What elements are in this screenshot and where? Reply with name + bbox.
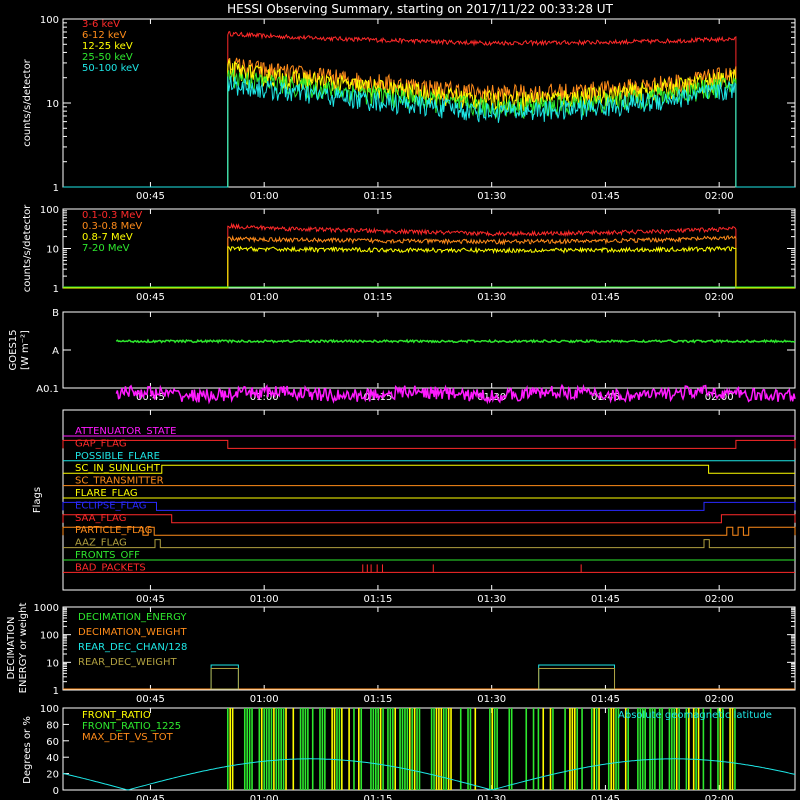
x-tick-label: 02:00 — [705, 594, 734, 605]
x-tick-label: 02:00 — [705, 191, 734, 202]
legend-entry: 0.8-7 MeV — [82, 232, 133, 243]
x-tick-label: 01:00 — [250, 794, 279, 800]
y-tick-label: 40 — [46, 753, 59, 764]
legend-entry: REAR_DEC_CHAN/128 — [78, 642, 187, 653]
x-tick-label: 01:15 — [364, 694, 393, 705]
legend-entry: 25-50 keV — [82, 52, 133, 63]
x-tick-label: 01:45 — [591, 794, 620, 800]
legend-entry: 7-20 MeV — [82, 243, 130, 254]
legend-entry: 0.3-0.8 MeV — [82, 221, 142, 232]
x-tick-label: 01:45 — [591, 594, 620, 605]
flag-label: POSSIBLE_FLARE — [75, 451, 160, 462]
x-tick-label: 01:00 — [250, 594, 279, 605]
flag-label: FLARE_FLAG — [75, 488, 138, 499]
flag-label: BAD_PACKETS — [75, 562, 146, 573]
y-tick-label: 80 — [46, 720, 59, 731]
y-tick-label: 1 — [53, 183, 59, 194]
y-axis-label: Degrees or % — [22, 716, 33, 784]
x-tick-label: 01:15 — [364, 292, 393, 303]
y-axis-label: GOES15 — [8, 329, 19, 370]
flag-label: SC_TRANSMITTER — [75, 476, 164, 487]
x-tick-label: 00:45 — [136, 594, 165, 605]
x-tick-label: 01:30 — [477, 794, 506, 800]
y-tick-label: 10 — [46, 658, 59, 669]
y-axis-label: counts/s/detector — [22, 204, 33, 292]
x-tick-label: 01:30 — [477, 594, 506, 605]
flag-label: SC_IN_SUNLIGHT — [75, 463, 161, 474]
legend-entry: FRONT_RATIO_1225 — [82, 721, 181, 732]
x-tick-label: 01:00 — [250, 292, 279, 303]
x-tick-label: 00:45 — [136, 794, 165, 800]
latitude-annotation: Absolute geomagnetic latitude — [618, 710, 772, 721]
x-tick-label: 00:45 — [136, 191, 165, 202]
x-tick-label: 01:15 — [364, 794, 393, 800]
y-axis-label-line1: DECIMATION — [6, 616, 17, 679]
legend-entry: FRONT_RATIO — [82, 710, 151, 721]
y-tick-label: 1 — [53, 284, 59, 295]
x-tick-label: 01:45 — [591, 292, 620, 303]
y-tick-label: B — [52, 308, 59, 319]
x-tick-label: 01:30 — [477, 191, 506, 202]
x-tick-label: 01:15 — [364, 191, 393, 202]
x-tick-label: 01:45 — [591, 191, 620, 202]
x-tick-label: 00:45 — [136, 292, 165, 303]
x-tick-label: 01:30 — [477, 694, 506, 705]
y-tick-label: 60 — [46, 737, 59, 748]
y-tick-label: 100 — [40, 704, 59, 715]
legend-entry: 0.1-0.3 MeV — [82, 210, 142, 221]
legend-entry: 3-6 keV — [82, 19, 120, 30]
flag-label: ATTENUATOR_STATE — [75, 426, 176, 437]
y-axis-label: counts/s/detector — [22, 58, 33, 146]
y-tick-label: 100 — [40, 631, 59, 642]
y-tick-label: 10 — [46, 245, 59, 256]
legend-entry: 12-25 keV — [82, 41, 133, 52]
y-tick-label: 100 — [40, 15, 59, 26]
y-tick-label: A0.1 — [36, 384, 59, 395]
x-tick-label: 01:45 — [591, 694, 620, 705]
y-tick-label: A — [52, 346, 59, 357]
flag-label: AAZ_FLAG — [75, 538, 127, 549]
legend-entry: 50-100 keV — [82, 63, 139, 74]
x-tick-label: 02:00 — [705, 794, 734, 800]
x-tick-label: 02:00 — [705, 694, 734, 705]
y-tick-label: 100 — [40, 205, 59, 216]
legend-entry: MAX_DET_VS_TOT — [82, 732, 174, 743]
y-tick-label: 10 — [46, 99, 59, 110]
y-tick-label: 1 — [53, 686, 59, 697]
x-tick-label: 01:00 — [250, 191, 279, 202]
y-tick-label: 0 — [53, 786, 59, 797]
figure-title: HESSI Observing Summary, starting on 201… — [227, 2, 613, 16]
legend-entry: DECIMATION_WEIGHT — [78, 627, 187, 638]
x-tick-label: 01:30 — [477, 292, 506, 303]
x-tick-label: 01:15 — [364, 594, 393, 605]
y-tick-label: 20 — [46, 770, 59, 781]
legend-entry: 6-12 keV — [82, 30, 126, 41]
y-axis-unit: [W m⁻²] — [20, 330, 31, 370]
y-axis-label-line2: ENERGY or weight — [18, 603, 29, 694]
x-tick-label: 01:00 — [250, 694, 279, 705]
y-tick-label: 1000 — [34, 603, 59, 614]
flag-label: FRONTS_OFF — [75, 550, 140, 561]
x-tick-label: 00:45 — [136, 694, 165, 705]
legend-entry: REAR_DEC_WEIGHT — [78, 657, 177, 668]
y-axis-label: Flags — [32, 487, 43, 513]
x-tick-label: 02:00 — [705, 292, 734, 303]
hessi-summary-figure: HESSI Observing Summary, starting on 201… — [0, 0, 800, 800]
legend-entry: DECIMATION_ENERGY — [78, 612, 187, 623]
